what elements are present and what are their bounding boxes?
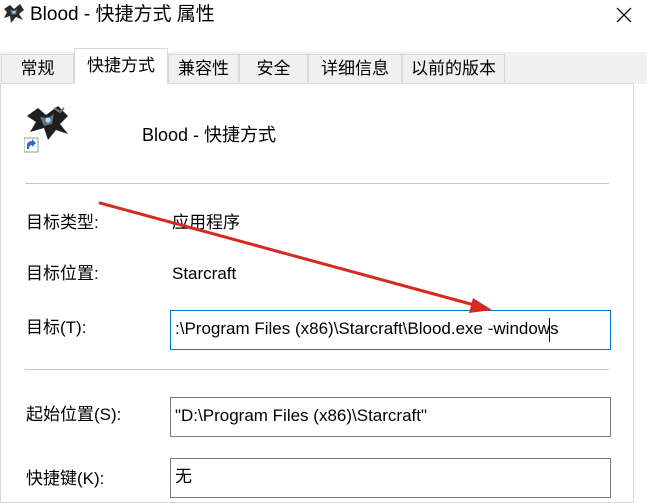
starcraft-app-icon (4, 4, 24, 23)
target-input[interactable]: :\Program Files (x86)\Starcraft\Blood.ex… (170, 310, 611, 350)
target-type-value: 应用程序 (172, 213, 240, 232)
text-caret (549, 318, 550, 342)
divider (25, 369, 609, 370)
tab-security[interactable]: 安全 (239, 54, 308, 82)
tab-details[interactable]: 详细信息 (308, 54, 402, 82)
target-label: 目标(T): (26, 318, 87, 337)
tab-shortcut[interactable]: 快捷方式 (74, 48, 168, 84)
divider (25, 183, 609, 184)
target-location-label: 目标位置: (26, 264, 99, 283)
window-title: Blood - 快捷方式 属性 (30, 4, 215, 25)
close-icon (616, 7, 632, 23)
shortcut-tab-panel (0, 83, 634, 503)
hotkey-input[interactable]: 无 (170, 458, 611, 498)
target-input-value: :\Program Files (x86)\Starcraft\Blood.ex… (175, 319, 559, 338)
title-bar: Blood - 快捷方式 属性 (0, 0, 647, 34)
tab-general[interactable]: 常规 (1, 54, 74, 82)
start-in-label: 起始位置(S): (26, 405, 122, 424)
start-in-input-value: "D:\Program Files (x86)\Starcraft" (175, 406, 428, 425)
start-in-input[interactable]: "D:\Program Files (x86)\Starcraft" (170, 397, 611, 437)
target-location-value: Starcraft (172, 264, 237, 283)
tab-previous-versions[interactable]: 以前的版本 (402, 54, 505, 82)
hotkey-input-value: 无 (175, 467, 192, 486)
shortcut-name: Blood - 快捷方式 (142, 125, 277, 145)
close-button[interactable] (604, 0, 644, 32)
target-type-label: 目标类型: (26, 213, 99, 232)
hotkey-label: 快捷键(K): (26, 469, 105, 488)
shortcut-app-icon (24, 106, 68, 153)
tab-compatibility[interactable]: 兼容性 (168, 54, 239, 82)
